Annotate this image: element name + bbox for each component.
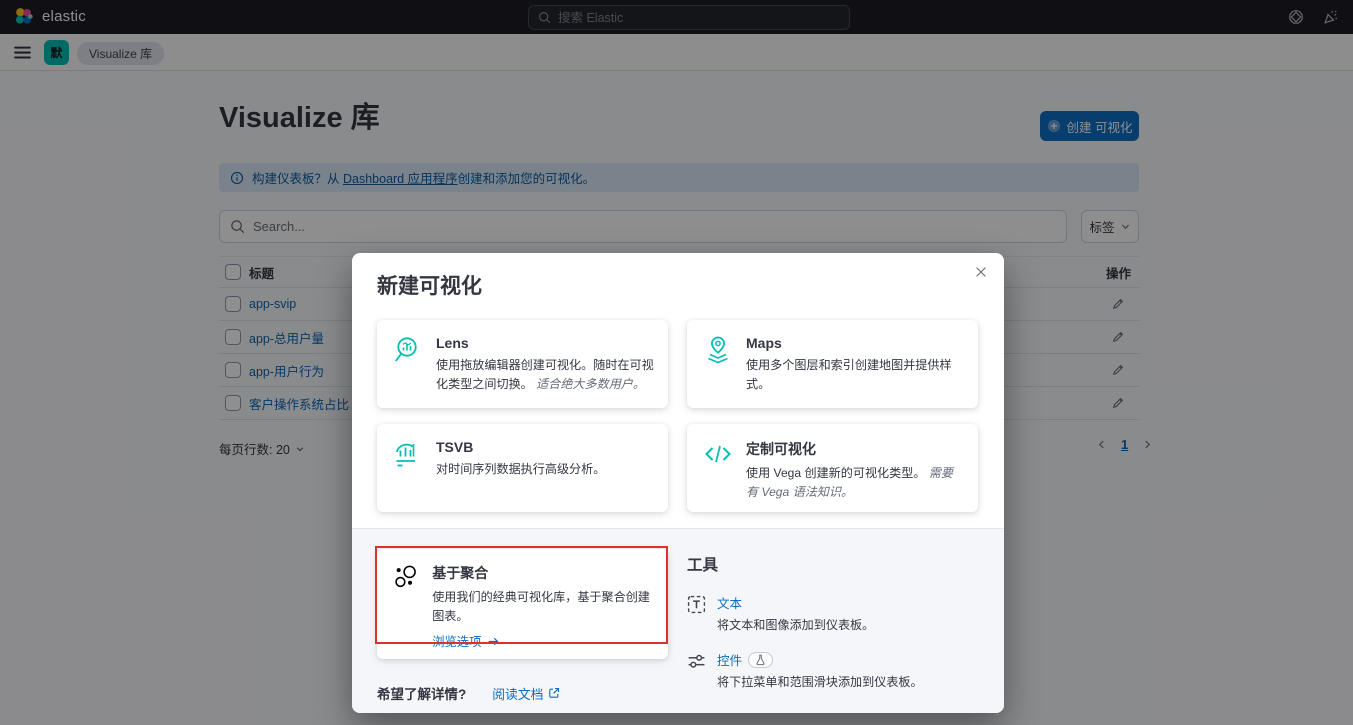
maps-icon	[708, 336, 728, 364]
vis-type-card-tsvb[interactable]: TSVB 对时间序列数据执行高级分析。	[377, 424, 668, 512]
vis-type-card-aggregation[interactable]: 基于聚合 使用我们的经典可视化库，基于聚合创建图表。 浏览选项	[377, 549, 668, 659]
tools-heading: 工具	[687, 557, 719, 574]
aggregation-bubbles-icon	[395, 565, 416, 588]
arrow-right-icon	[489, 637, 499, 646]
close-icon[interactable]	[970, 261, 992, 283]
footer-question: 希望了解详情?	[377, 687, 467, 702]
code-icon	[705, 445, 731, 463]
controls-tool-link[interactable]: 控件	[717, 650, 742, 669]
technical-preview-badge	[748, 651, 774, 668]
tsvb-icon	[396, 443, 415, 467]
visualize-library-page: elastic 搜索 Elastic 默 Visualize 库 Visuali…	[0, 0, 1353, 725]
card-title: 定制可视化	[746, 441, 816, 457]
vis-type-card-maps[interactable]: Maps 使用多个图层和索引创建地图并提供样式。	[687, 320, 978, 408]
modal-footer: 希望了解详情? 阅读文档	[377, 683, 560, 703]
tool-item-text[interactable]: 文本 将文本和图像添加到仪表板。	[687, 593, 982, 633]
text-icon	[687, 595, 706, 633]
new-visualization-modal: 新建可视化 Lens 使用拖放编辑器创建可视化。随时在可视化类型之间切换。 适合…	[352, 253, 1004, 713]
tool-item-controls[interactable]: 控件 将下拉菜单和范围滑块添加到仪表板。	[687, 650, 982, 690]
text-tool-link[interactable]: 文本	[717, 593, 742, 612]
controls-sliders-icon	[687, 652, 706, 690]
vis-type-card-lens[interactable]: Lens 使用拖放编辑器创建可视化。随时在可视化类型之间切换。 适合绝大多数用户…	[377, 320, 668, 408]
modal-title: 新建可视化	[377, 275, 482, 298]
card-title: 基于聚合	[432, 565, 489, 581]
vis-type-card-custom[interactable]: 定制可视化 使用 Vega 创建新的可视化类型。 需要有 Vega 语法知识。	[687, 424, 978, 512]
card-title: Maps	[746, 335, 782, 351]
lens-icon	[395, 337, 417, 362]
external-link-icon	[549, 687, 560, 698]
beaker-icon	[756, 654, 765, 665]
browse-options-link[interactable]: 浏览选项	[432, 632, 500, 650]
tools-section: 工具 文本 将文本和图像添加到仪表板。 控件 将下拉菜单和范围滑块添加到仪表板。	[687, 553, 982, 707]
card-title: TSVB	[436, 439, 474, 455]
read-documentation-link[interactable]: 阅读文档	[492, 684, 560, 703]
card-title: Lens	[436, 335, 469, 351]
